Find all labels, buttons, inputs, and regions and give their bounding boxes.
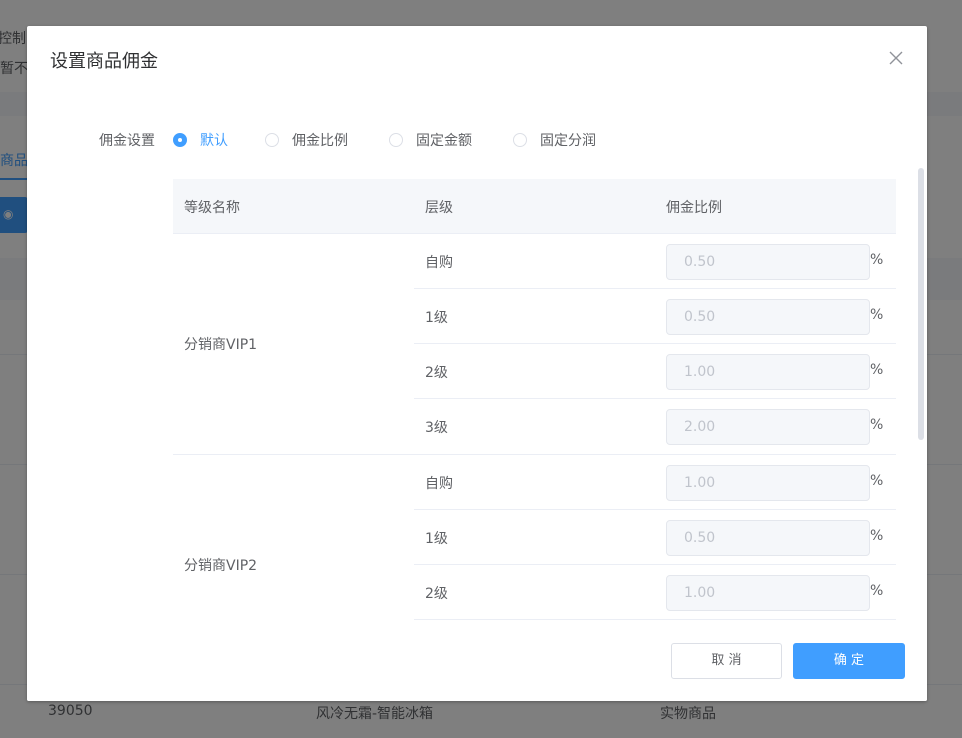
percent-unit: % [870, 362, 884, 378]
ratio-input-disabled: 1.00 [666, 465, 870, 501]
radio-unchecked-icon[interactable] [513, 133, 527, 147]
commission-table: 等级名称 层级 佣金比例 分销商VIP1 自购 0.50 % 1级 0.50 %… [173, 179, 896, 626]
table-row: 1级 0.50 % [414, 289, 896, 344]
radio-label: 固定金额 [416, 133, 472, 149]
table-row: 2级 1.00 % [414, 344, 896, 399]
table-group-vip2: 分销商VIP2 自购 1.00 % 1级 0.50 % 2级 1.00 % [173, 455, 896, 626]
radio-unchecked-icon[interactable] [265, 133, 279, 147]
percent-unit: % [870, 583, 884, 599]
table-row: 2级 1.00 % [414, 565, 896, 620]
column-header-ratio: 佣金比例 [666, 200, 722, 216]
commission-setting-row: 佣金设置 默认 佣金比例 固定金额 固定分润 [27, 128, 927, 152]
row-tier: 2级 [425, 365, 448, 381]
radio-label: 佣金比例 [292, 133, 348, 149]
cancel-button[interactable]: 取 消 [671, 643, 782, 679]
ratio-input-disabled: 2.00 [666, 409, 870, 445]
column-header-tier: 层级 [425, 200, 453, 216]
percent-unit: % [870, 473, 884, 489]
table-group-vip1: 分销商VIP1 自购 0.50 % 1级 0.50 % 2级 1.00 % 3级… [173, 234, 896, 455]
percent-unit: % [870, 307, 884, 323]
ratio-input-disabled: 1.00 [666, 575, 870, 611]
dialog-body[interactable]: 佣金设置 默认 佣金比例 固定金额 固定分润 等级名称 层级 佣金比例 分销商V… [27, 106, 927, 626]
group-name: 分销商VIP1 [184, 337, 258, 353]
radio-label: 默认 [200, 133, 228, 149]
row-tier: 1级 [425, 310, 448, 326]
table-row: 1级 0.50 % [414, 510, 896, 565]
row-tier: 自购 [425, 476, 453, 492]
percent-unit: % [870, 528, 884, 544]
radio-default[interactable]: 默认 [173, 128, 228, 152]
table-row: 自购 0.50 % [414, 234, 896, 289]
table-row: 自购 1.00 % [414, 455, 896, 510]
scrollbar-thumb[interactable] [918, 168, 924, 440]
dialog-title: 设置商品佣金 [50, 51, 158, 72]
row-tier: 3级 [425, 420, 448, 436]
confirm-button[interactable]: 确 定 [793, 643, 905, 679]
row-tier: 自购 [425, 255, 453, 271]
percent-unit: % [870, 252, 884, 268]
table-row: 3级 2.00 % [414, 399, 896, 454]
table-header: 等级名称 层级 佣金比例 [173, 179, 896, 234]
percent-unit: % [870, 417, 884, 433]
row-tier: 2级 [425, 586, 448, 602]
radio-ratio[interactable]: 佣金比例 [265, 128, 348, 152]
radio-checked-icon[interactable] [173, 133, 187, 147]
ratio-input-disabled: 0.50 [666, 299, 870, 335]
radio-fixed-share[interactable]: 固定分润 [513, 128, 596, 152]
ratio-input-disabled: 0.50 [666, 520, 870, 556]
column-header-level-name: 等级名称 [184, 200, 240, 216]
close-icon[interactable] [886, 48, 906, 68]
ratio-input-disabled: 1.00 [666, 354, 870, 390]
dialog-footer: 取 消 确 定 [27, 626, 927, 701]
commission-setting-label: 佣金设置 [99, 133, 155, 149]
group-name: 分销商VIP2 [184, 558, 258, 574]
commission-dialog: 设置商品佣金 佣金设置 默认 佣金比例 固定金额 固定分润 等级名称 层级 佣金… [27, 26, 927, 701]
radio-fixed-amount[interactable]: 固定金额 [389, 128, 472, 152]
radio-label: 固定分润 [540, 133, 596, 149]
row-tier: 1级 [425, 531, 448, 547]
ratio-input-disabled: 0.50 [666, 244, 870, 280]
radio-unchecked-icon[interactable] [389, 133, 403, 147]
